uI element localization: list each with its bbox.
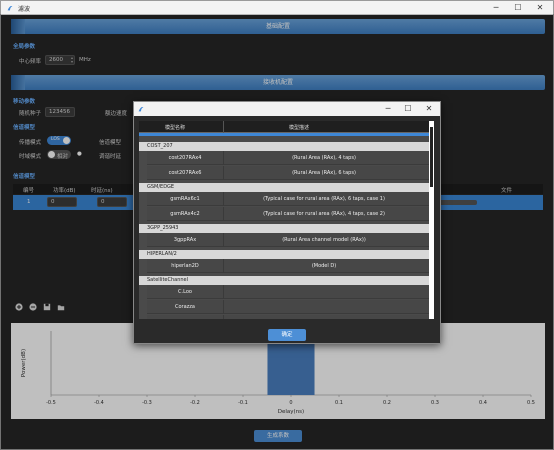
model-name: Corazza <box>175 304 195 310</box>
model-name: Lutz <box>147 315 223 319</box>
model-list[interactable]: 模型名称 模型描述 COST_207 cost207RAx4 (Rural Area… <box>139 121 429 319</box>
list-scrollbar[interactable] <box>429 121 434 319</box>
group-header: 3GPP_25943 <box>139 224 429 233</box>
list-header-accent <box>139 133 429 136</box>
model-name: 3gppRAx <box>173 237 197 243</box>
dialog-app-icon <box>138 107 144 112</box>
ok-button[interactable]: 确定 <box>268 329 306 341</box>
model-desc: (Rural Area (RAx), 6 taps) <box>292 170 356 176</box>
app-icon <box>7 6 13 11</box>
model-list-header: 模型名称 模型描述 <box>139 121 429 133</box>
list-item[interactable]: gsmRAx6c1 (Typical case for rural area (R… <box>147 192 429 206</box>
model-name: hiperlan2D <box>171 263 199 269</box>
list-item[interactable]: Lutz <box>147 315 429 319</box>
model-name: cost207RAx4 <box>168 155 202 161</box>
col-model-desc: 模型描述 <box>289 125 310 131</box>
maximize-button[interactable]: ☐ <box>507 2 529 14</box>
scrollbar-thumb[interactable] <box>430 127 433 187</box>
model-name: cost207RAx6 <box>168 170 202 176</box>
model-desc: (Rural Area channel model (RAx)) <box>282 237 366 243</box>
group-header: HIPERLAN/2 <box>139 250 429 259</box>
list-item[interactable]: hiperlan2D (Model D) <box>147 259 429 273</box>
model-name: gsmRAx6c1 <box>170 196 200 202</box>
model-desc: (Typical case for rural area (RAx), 6 ta… <box>263 196 385 202</box>
dialog-title-bar: ─ ☐ ✕ <box>134 102 440 116</box>
list-item[interactable]: cost207RAx6 (Rural Area (RAx), 6 taps) <box>147 166 429 180</box>
model-desc: (Model D) <box>311 263 337 269</box>
model-select-dialog: ─ ☐ ✕ 模型名称 模型描述 COST_207 cost207RAx4 (Rura… <box>133 101 441 344</box>
model-name: gsmRAx4c2 <box>170 211 200 217</box>
list-item[interactable]: cost207RAx4 (Rural Area (RAx), 4 taps) <box>147 151 429 165</box>
dialog-close-button[interactable]: ✕ <box>419 103 439 115</box>
list-item[interactable]: 3gppRAx (Rural Area channel model (RAx)) <box>147 233 429 247</box>
minimize-button[interactable]: ─ <box>485 2 507 14</box>
close-button[interactable]: ✕ <box>529 2 551 14</box>
list-item[interactable]: gsmRAx4c2 (Typical case for rural area (R… <box>147 207 429 221</box>
list-item[interactable]: Corazza <box>147 300 429 314</box>
window-title: 濾波 <box>18 6 31 13</box>
group-header: GSM/EDGE <box>139 183 429 192</box>
model-name: C.Loo <box>178 289 192 295</box>
model-desc: (Typical case for rural area (RAx), 4 ta… <box>263 211 385 217</box>
model-desc: (Rural Area (RAx), 4 taps) <box>292 155 356 161</box>
col-model-name: 模型名称 <box>165 125 186 131</box>
list-item[interactable]: C.Loo <box>147 285 429 299</box>
dialog-minimize-button[interactable]: ─ <box>378 103 398 115</box>
group-header: SatelliteChannel <box>139 276 429 285</box>
dialog-maximize-button[interactable]: ☐ <box>398 103 418 115</box>
title-bar: 濾波 ─ ☐ ✕ <box>1 1 553 15</box>
group-header: COST_207 <box>139 142 429 151</box>
